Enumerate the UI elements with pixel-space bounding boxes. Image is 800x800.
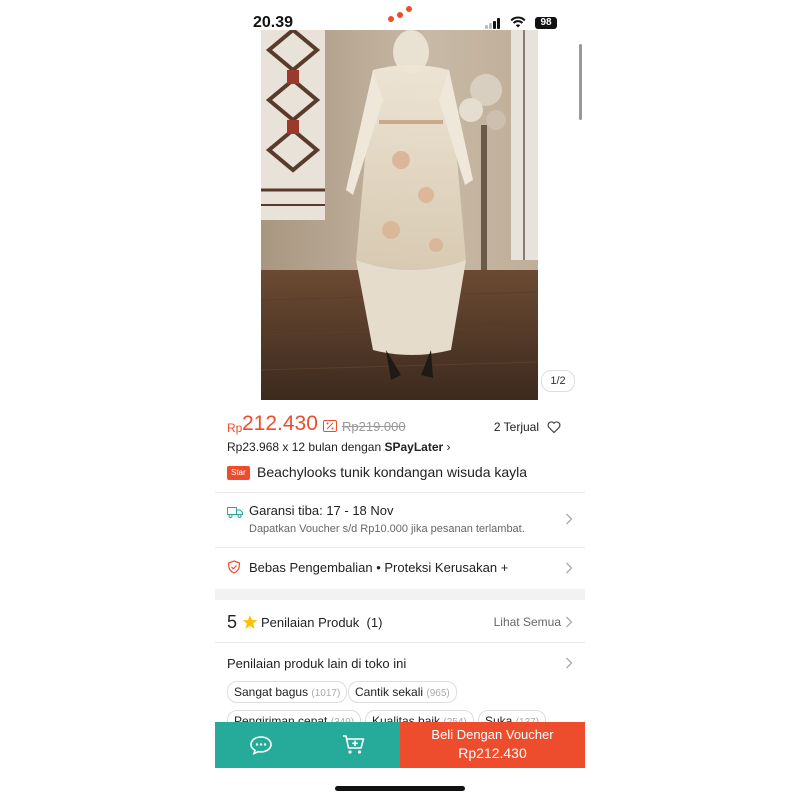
review-chip[interactable]: Sangat bagus (1017)	[227, 681, 348, 703]
chevron-right-icon	[566, 657, 573, 669]
heart-icon[interactable]	[547, 420, 561, 434]
add-to-cart-icon	[343, 735, 365, 754]
rating-count: (1)	[366, 615, 383, 630]
price-row: Rp 212.430 Rp219.000 2 Terjual	[227, 412, 573, 438]
cellular-signal-icon	[485, 18, 503, 29]
star-icon	[242, 615, 258, 629]
chevron-right-icon	[566, 616, 573, 628]
phone-screen: 20.39 98 1/2 Rp 212.430 Rp219.000 2 Terj…	[215, 0, 585, 800]
chat-icon	[250, 736, 272, 755]
shipping-subtitle: Dapatkan Voucher s/d Rp10.000 jika pesan…	[249, 523, 525, 535]
shield-icon	[227, 560, 241, 574]
buy-with-voucher-button[interactable]: Beli Dengan Voucher Rp212.430	[400, 722, 585, 768]
wifi-icon	[510, 16, 526, 28]
see-all-link[interactable]: Lihat Semua	[494, 615, 561, 629]
returns-protection-row[interactable]: Bebas Pengembalian • Proteksi Kerusakan …	[215, 548, 585, 588]
section-gap	[215, 589, 585, 600]
product-photo-illustration	[261, 30, 538, 400]
battery-indicator: 98	[535, 17, 557, 29]
product-title-row: Star Beachylooks tunik kondangan wisuda …	[227, 464, 573, 484]
scroll-indicator	[579, 44, 582, 120]
bottom-action-bar: Beli Dengan Voucher Rp212.430	[215, 722, 585, 768]
truck-icon	[227, 507, 243, 518]
status-bar: 20.39 98	[215, 0, 585, 34]
review-chip[interactable]: Cantik sekali (965)	[348, 681, 457, 703]
product-rating-row[interactable]: 5 Penilaian Produk (1) Lihat Semua	[215, 600, 585, 642]
home-indicator	[335, 786, 465, 791]
rating-score: 5	[227, 612, 238, 632]
shipping-title: Garansi tiba: 17 - 18 Nov	[249, 503, 394, 518]
chat-button[interactable]	[215, 722, 307, 768]
returns-text: Bebas Pengembalian • Proteksi Kerusakan …	[249, 560, 509, 575]
chevron-right-icon	[566, 513, 573, 525]
chip-count: (1017)	[311, 688, 341, 699]
product-image[interactable]	[261, 30, 538, 400]
chip-label: Sangat bagus	[234, 685, 309, 699]
loading-dots-icon	[387, 4, 417, 24]
product-title: Beachylooks tunik kondangan wisuda kayla	[257, 464, 528, 480]
star-seller-badge: Star	[227, 466, 250, 480]
add-to-cart-button[interactable]	[307, 722, 400, 768]
chip-label: Cantik sekali	[355, 685, 424, 699]
buy-button-price: Rp212.430	[458, 745, 527, 761]
buy-button-label: Beli Dengan Voucher	[431, 727, 554, 742]
installment-info[interactable]: Rp23.968 x 12 bulan dengan SPayLater ›	[227, 440, 451, 454]
chevron-right-icon	[566, 562, 573, 574]
chevron-right-icon: ›	[446, 440, 451, 454]
image-page-indicator: 1/2	[541, 370, 575, 392]
voucher-discount-icon	[323, 420, 337, 432]
rating-label: Penilaian Produk (1)	[261, 615, 382, 630]
installment-text: Rp23.968 x 12 bulan dengan	[227, 440, 385, 454]
rating-label-text: Penilaian Produk	[261, 615, 360, 630]
sold-count: 2 Terjual	[493, 420, 539, 434]
chip-count: (965)	[426, 688, 450, 699]
price-currency: Rp	[227, 421, 243, 435]
shipping-guarantee-row[interactable]: Garansi tiba: 17 - 18 Nov Dapatkan Vouch…	[215, 493, 585, 547]
product-price: 212.430	[242, 412, 318, 435]
original-price: Rp219.000	[342, 419, 406, 434]
spaylater-brand: SPayLater	[384, 440, 444, 454]
store-reviews-row[interactable]: Penilaian produk lain di toko ini	[215, 643, 585, 683]
store-reviews-label: Penilaian produk lain di toko ini	[227, 656, 407, 671]
